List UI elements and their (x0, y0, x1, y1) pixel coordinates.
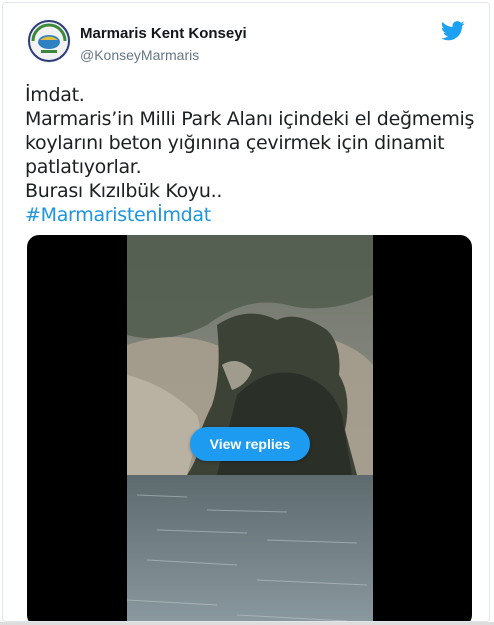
twitter-bird-icon[interactable] (440, 21, 465, 41)
tweet-text-line: Marmaris’in Milli Park Alanı içindeki el… (25, 108, 475, 130)
avatar[interactable] (27, 19, 71, 63)
author-handle[interactable]: @KonseyMarmaris (80, 46, 247, 64)
organization-logo-icon (27, 19, 71, 63)
video-player[interactable]: View replies (27, 235, 472, 621)
tweet-card: Marmaris Kent Konseyi @KonseyMarmaris İm… (2, 2, 490, 622)
tweet-text-line: Burası Kızılbük Koyu.. (25, 180, 223, 202)
hashtag-link[interactable]: #Marmaristenİmdat (25, 203, 475, 227)
tweet-text: İmdat. Marmaris’in Milli Park Alanı için… (25, 83, 475, 227)
view-replies-button[interactable]: View replies (190, 427, 310, 461)
tweet-text-line: patlatıyorlar. (25, 156, 142, 178)
author-names: Marmaris Kent Konseyi @KonseyMarmaris (80, 25, 247, 64)
tweet-text-line: İmdat. (25, 84, 85, 106)
author-display-name[interactable]: Marmaris Kent Konseyi (80, 25, 247, 43)
tweet-text-line: koylarını beton yığınına çevirmek için d… (25, 132, 445, 154)
tweet-header: Marmaris Kent Konseyi @KonseyMarmaris (23, 17, 475, 69)
